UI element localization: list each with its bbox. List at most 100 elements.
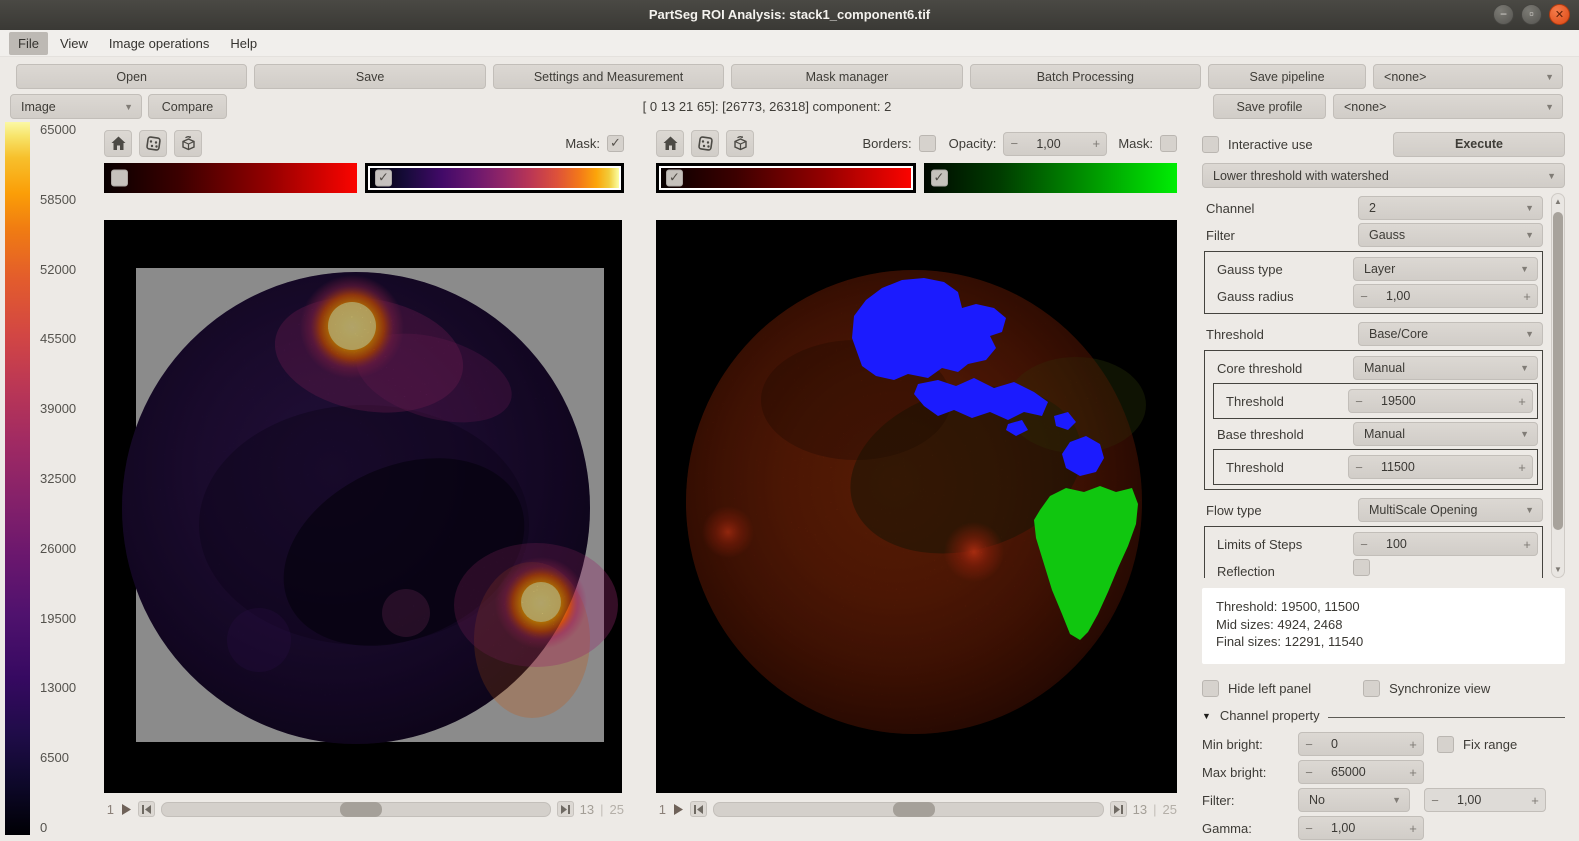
save-button[interactable]: Save [254,64,486,89]
base-threshold-select[interactable]: Manual [1353,422,1538,446]
skip-to-start-button[interactable] [138,801,155,817]
hide-left-panel-checkbox[interactable] [1202,680,1219,697]
menu-help[interactable]: Help [221,32,266,55]
rotate-3d-view-button[interactable] [174,130,202,157]
save-profile-button[interactable]: Save profile [1213,94,1326,119]
compare-button[interactable]: Compare [148,94,227,119]
menu-image-operations[interactable]: Image operations [100,32,218,55]
reflection-checkbox[interactable] [1353,559,1370,576]
channel-1-bar[interactable] [656,163,916,193]
filter-radius-increase[interactable] [1525,793,1545,808]
opacity-decrease[interactable] [1004,136,1024,151]
skip-to-end-button[interactable] [556,801,574,817]
gamma-decrease[interactable] [1299,821,1319,836]
filter-select[interactable]: Gauss [1358,223,1543,247]
steps-value: 100 [1386,537,1407,551]
scroll-up-icon[interactable]: ▲ [1552,197,1564,206]
mask-manager-button[interactable]: Mask manager [731,64,963,89]
menu-view[interactable]: View [51,32,97,55]
play-button[interactable] [120,803,132,816]
display-filter-select[interactable]: No [1298,788,1410,812]
channel-1-bar[interactable] [104,163,357,193]
max-bright-decrease[interactable] [1299,765,1319,780]
steps-increase[interactable] [1517,537,1537,552]
base-threshold-spinner[interactable]: 11500 [1348,455,1533,479]
layer-slider[interactable] [161,801,551,817]
base-threshold-decrease[interactable] [1349,460,1369,475]
pipeline-select[interactable]: <none> [1373,64,1564,89]
layer-slider-thumb[interactable] [340,801,383,817]
channel-2-checkbox[interactable] [930,169,948,187]
save-pipeline-button[interactable]: Save pipeline [1208,64,1367,89]
core-threshold-decrease[interactable] [1349,394,1369,409]
minimize-icon[interactable] [1493,4,1514,25]
channel-1-checkbox[interactable] [666,169,683,187]
min-bright-increase[interactable] [1403,737,1423,752]
layer-slider[interactable] [713,801,1104,817]
max-bright-increase[interactable] [1403,765,1423,780]
channel-2-bar[interactable] [365,163,624,193]
channel-select[interactable]: 2 [1358,196,1543,220]
core-threshold-spinner[interactable]: 19500 [1348,389,1533,413]
min-bright-decrease[interactable] [1299,737,1319,752]
steps-spinner[interactable]: 100 [1353,532,1538,556]
synchronize-view-checkbox[interactable] [1363,680,1381,697]
play-button[interactable] [672,803,684,816]
menu-file[interactable]: File [9,31,48,55]
skip-to-end-button[interactable] [1109,801,1127,817]
core-threshold-increase[interactable] [1512,394,1532,409]
gauss-type-select[interactable]: Layer [1353,257,1538,281]
mask-checkbox[interactable] [1160,135,1177,152]
max-bright-label: Max bright: [1202,764,1267,780]
right-channel-selectors [656,163,1177,193]
steps-decrease[interactable] [1354,537,1374,552]
channel-2-checkbox[interactable] [375,169,392,187]
borders-checkbox[interactable] [918,135,936,152]
close-icon[interactable] [1549,4,1570,25]
gauss-radius-decrease[interactable] [1354,289,1374,304]
settings-measurement-button[interactable]: Settings and Measurement [492,64,725,89]
roll-dice-button[interactable] [691,130,719,157]
mask-checkbox[interactable] [607,135,624,152]
fix-range-checkbox[interactable] [1437,735,1454,753]
min-bright-spinner[interactable]: 0 [1298,732,1424,756]
max-bright-spinner[interactable]: 65000 [1298,760,1424,784]
core-threshold-select[interactable]: Manual [1353,356,1538,380]
window-controls [1493,4,1570,25]
skip-to-start-button[interactable] [690,801,707,817]
threshold-mode-select[interactable]: Base/Core [1358,322,1543,346]
reset-view-button[interactable] [656,130,684,157]
core-threshold-value: Manual [1364,361,1405,375]
scrollbar-thumb[interactable] [1553,212,1563,530]
opacity-spinner[interactable]: 1,00 [1003,131,1108,156]
profile-select[interactable]: <none> [1333,94,1563,119]
algorithm-select[interactable]: Lower threshold with watershed [1202,163,1565,188]
open-button[interactable]: Open [16,64,248,89]
flow-type-select[interactable]: MultiScale Opening [1358,498,1543,522]
channel-property-header[interactable]: ▼ Channel property [1202,708,1565,723]
reset-view-button[interactable] [104,130,132,157]
gamma-increase[interactable] [1403,821,1423,836]
roll-dice-button[interactable] [139,130,167,157]
base-threshold-increase[interactable] [1512,460,1532,475]
batch-processing-button[interactable]: Batch Processing [969,64,1202,89]
execute-button[interactable]: Execute [1393,131,1565,157]
image-select[interactable]: Image [10,94,142,119]
left-image-canvas[interactable] [104,220,622,793]
interactive-use-checkbox[interactable] [1202,135,1219,153]
maximize-icon[interactable] [1521,4,1542,25]
opacity-increase[interactable] [1086,136,1106,151]
gauss-radius-increase[interactable] [1517,289,1537,304]
parameters-scrollbar[interactable]: ▲ ▼ [1551,193,1565,578]
right-image-canvas[interactable] [656,220,1177,793]
scroll-down-icon[interactable]: ▼ [1552,565,1564,574]
gauss-radius-spinner[interactable]: 1,00 [1353,284,1538,308]
rotate-3d-view-button[interactable] [726,130,754,157]
filter-radius-spinner[interactable]: 1,00 [1424,788,1546,812]
gamma-spinner[interactable]: 1,00 [1298,816,1424,840]
channel-1-checkbox[interactable] [111,169,128,187]
layer-slider-thumb[interactable] [892,801,935,817]
channel-2-bar[interactable] [923,163,1177,193]
cube-rotate-icon [181,135,195,151]
filter-radius-decrease[interactable] [1425,793,1445,808]
